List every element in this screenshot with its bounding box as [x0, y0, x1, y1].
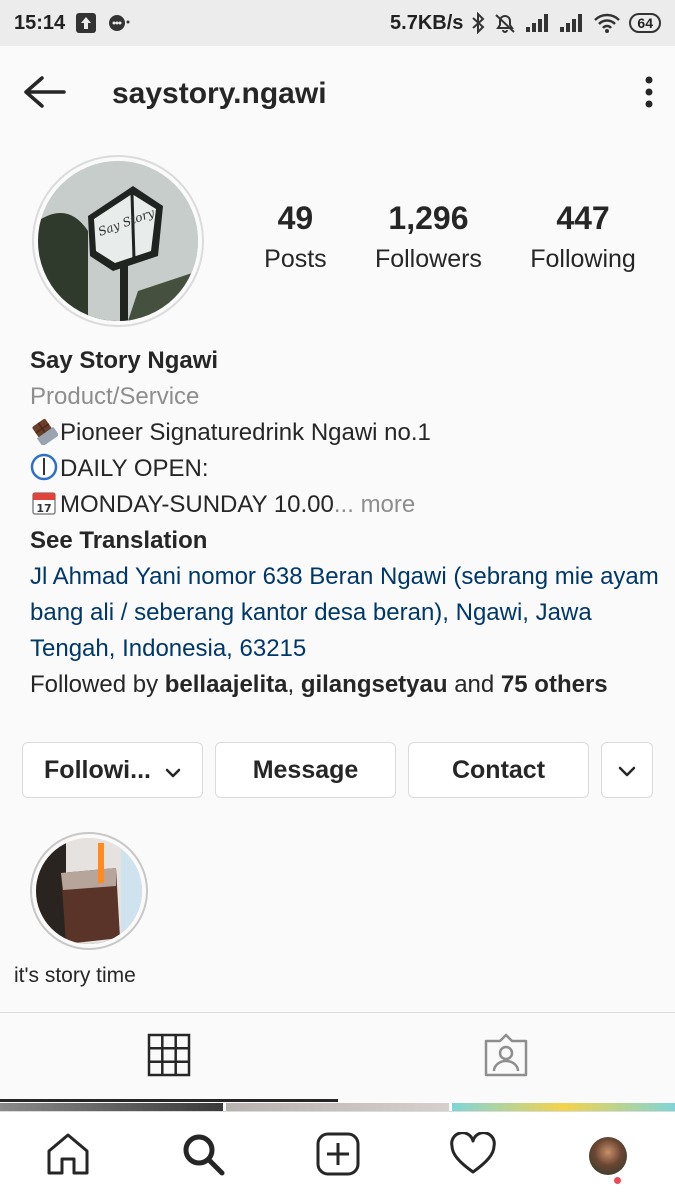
chevron-down-icon	[618, 756, 636, 785]
bio-text-3: MONDAY-SUNDAY 10.00	[60, 491, 334, 518]
posts-label: Posts	[264, 245, 327, 273]
add-post-icon	[315, 1131, 361, 1182]
address-link[interactable]: Jl Ahmad Yani nomor 638 Beran Ngawi (seb…	[30, 559, 660, 667]
followers-count: 1,296	[388, 200, 469, 236]
followed-and: and	[447, 671, 501, 698]
calendar-icon: 17	[30, 489, 58, 517]
bottom-navigation	[0, 1111, 675, 1200]
battery-indicator: 64	[629, 13, 661, 33]
profile-username: saystory.ngawi	[112, 77, 327, 110]
posts-grid-preview	[0, 1103, 675, 1111]
contact-button[interactable]: Contact	[408, 742, 589, 798]
bio-more-link[interactable]: ... more	[334, 491, 415, 518]
posts-count: 49	[277, 200, 314, 236]
status-time: 15:14	[14, 11, 66, 34]
network-speed: 5.7KB/s	[390, 11, 464, 34]
followed-by[interactable]: Followed by bellaajelita, gilangsetyau a…	[30, 667, 660, 703]
followers-stat[interactable]: 1,296 Followers	[375, 200, 482, 274]
tab-posts-grid[interactable]	[0, 1013, 338, 1102]
mutual-follower-1: bellaajelita	[164, 671, 288, 698]
heart-icon	[449, 1130, 497, 1181]
posts-stat[interactable]: 49 Posts	[264, 200, 327, 274]
bio-text-2: DAILY OPEN:	[60, 455, 209, 482]
status-bar: 15:14 5.7KB/s 64	[0, 0, 675, 46]
signal-icon-1	[525, 13, 551, 33]
home-icon	[45, 1131, 91, 1182]
wifi-icon	[593, 12, 621, 34]
chocolate-bar-icon	[30, 417, 60, 447]
svg-text:17: 17	[36, 502, 51, 515]
post-thumbnail[interactable]	[226, 1103, 449, 1111]
search-icon	[180, 1131, 226, 1182]
post-thumbnail[interactable]	[452, 1103, 675, 1111]
highlight-cover-image	[36, 838, 142, 944]
grid-icon	[147, 1033, 191, 1082]
bio-text-1: Pioneer Signaturedrink Ngawi no.1	[60, 419, 431, 446]
nav-home[interactable]	[28, 1116, 108, 1196]
profile-avatar[interactable]: Say Story	[32, 155, 204, 327]
mutual-followers-others: 75 others	[500, 671, 608, 698]
chat-notification-icon	[107, 12, 131, 34]
chevron-down-icon	[165, 756, 181, 785]
tagged-person-icon	[483, 1033, 529, 1082]
following-button[interactable]: Followi...	[22, 742, 203, 798]
notification-dot	[613, 1177, 621, 1184]
upload-notification-icon	[75, 12, 97, 34]
following-button-label: Followi...	[44, 755, 151, 784]
following-count: 447	[556, 200, 610, 236]
followed-sep: ,	[287, 671, 301, 698]
nav-new-post[interactable]	[298, 1116, 378, 1196]
bio-line: 17 MONDAY-SUNDAY 10.00... more	[30, 487, 660, 523]
profile-tabs	[0, 1012, 675, 1102]
own-avatar	[588, 1137, 627, 1175]
see-translation-link[interactable]: See Translation	[30, 523, 660, 559]
followers-label: Followers	[374, 245, 482, 273]
profile-actions: Followi... Message Contact	[22, 742, 653, 798]
tab-tagged[interactable]	[338, 1013, 675, 1102]
profile-display-name: Say Story Ngawi	[30, 347, 219, 374]
highlight-cover-ring	[30, 832, 148, 950]
profile-header: saystory.ngawi	[0, 46, 675, 142]
profile-photo: Say Story	[38, 161, 198, 321]
nav-profile[interactable]	[568, 1116, 648, 1196]
nav-search[interactable]	[163, 1116, 243, 1196]
message-button[interactable]: Message	[215, 742, 396, 798]
clock-icon	[30, 453, 58, 481]
back-arrow-icon[interactable]	[20, 72, 68, 117]
following-stat[interactable]: 447 Following	[530, 200, 636, 274]
more-options-icon[interactable]	[643, 75, 655, 114]
following-label: Following	[530, 245, 636, 273]
profile-category: Product/Service	[30, 383, 200, 410]
followed-by-prefix: Followed by	[30, 671, 165, 698]
profile-stats: 49 Posts 1,296 Followers 447 Following	[240, 200, 660, 274]
bio-line: Pioneer Signaturedrink Ngawi no.1	[30, 415, 660, 451]
post-thumbnail[interactable]	[0, 1103, 223, 1111]
mutual-follower-2: gilangsetyau	[300, 671, 448, 698]
bio-line: DAILY OPEN:	[30, 451, 660, 487]
bluetooth-icon	[471, 12, 485, 34]
story-highlight[interactable]: it's story time	[14, 832, 164, 988]
profile-bio: Say Story Ngawi Product/Service Pioneer …	[30, 343, 660, 703]
highlight-label: it's story time	[14, 964, 136, 987]
mute-icon	[493, 12, 517, 34]
signal-icon-2	[559, 13, 585, 33]
suggested-accounts-button[interactable]	[601, 742, 653, 798]
nav-activity[interactable]	[433, 1116, 513, 1196]
